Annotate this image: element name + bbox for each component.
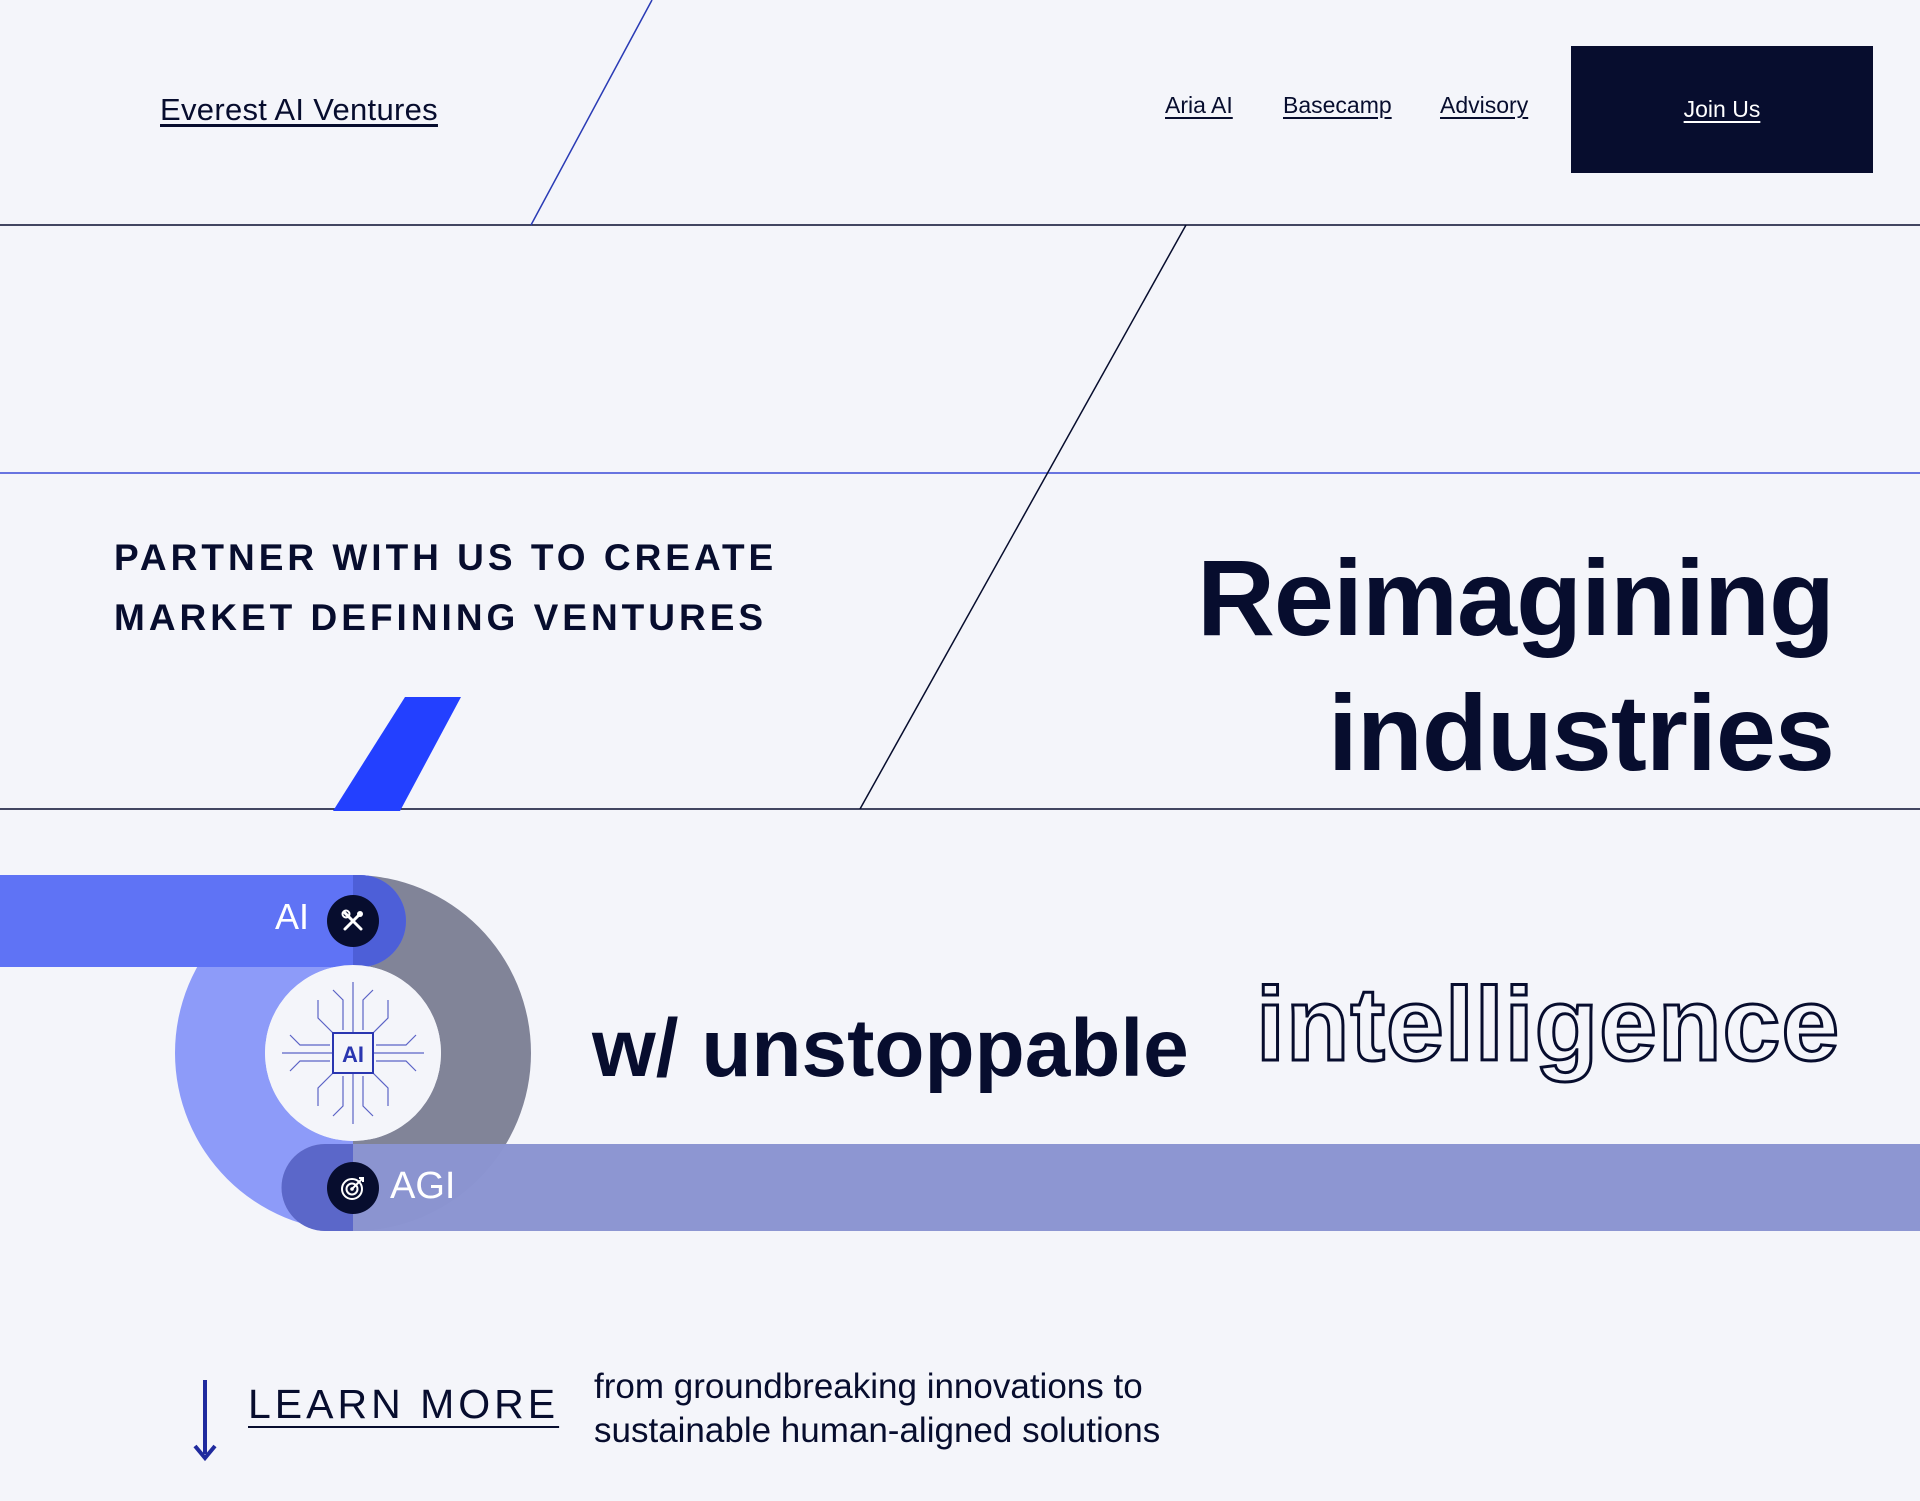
nav-link-aria-ai[interactable]: Aria AI	[1165, 92, 1233, 119]
target-icon	[327, 1162, 379, 1214]
tools-icon	[327, 895, 379, 947]
subtext-line-1: from groundbreaking innovations to	[594, 1367, 1143, 1406]
agi-label: AGI	[390, 1165, 456, 1207]
learn-more-link[interactable]: LEARN MORE	[248, 1381, 559, 1428]
chip-label: AI	[342, 1042, 364, 1067]
join-us-button[interactable]: Join Us	[1571, 46, 1873, 173]
hero-headline: Reimagining industries	[1074, 530, 1835, 800]
blue-parallelogram	[333, 697, 461, 811]
arrow-down-icon	[193, 1380, 217, 1462]
nav-link-basecamp[interactable]: Basecamp	[1283, 92, 1392, 119]
agi-band	[281, 1144, 1920, 1231]
footer-subtext: from groundbreaking innovations to susta…	[594, 1365, 1294, 1453]
headline-line-1: Reimagining	[1196, 537, 1835, 658]
subtext-line-2: sustainable human-aligned solutions	[594, 1411, 1161, 1450]
slogan-bold-text: w/ unstoppable	[592, 1003, 1189, 1094]
nav-link-advisory[interactable]: Advisory	[1440, 92, 1528, 119]
ai-label: AI	[275, 896, 310, 937]
headline-line-2: industries	[1327, 672, 1835, 793]
hero-tagline: PARTNER WITH US TO CREATE MARKET DEFININ…	[114, 528, 814, 648]
brand-logo-link[interactable]: Everest AI Ventures	[160, 92, 438, 128]
tagline-line-1: PARTNER WITH US TO CREATE	[114, 537, 778, 578]
slogan-outline-text: intelligence	[1254, 966, 1841, 1085]
tagline-line-2: MARKET DEFINING VENTURES	[114, 597, 768, 638]
